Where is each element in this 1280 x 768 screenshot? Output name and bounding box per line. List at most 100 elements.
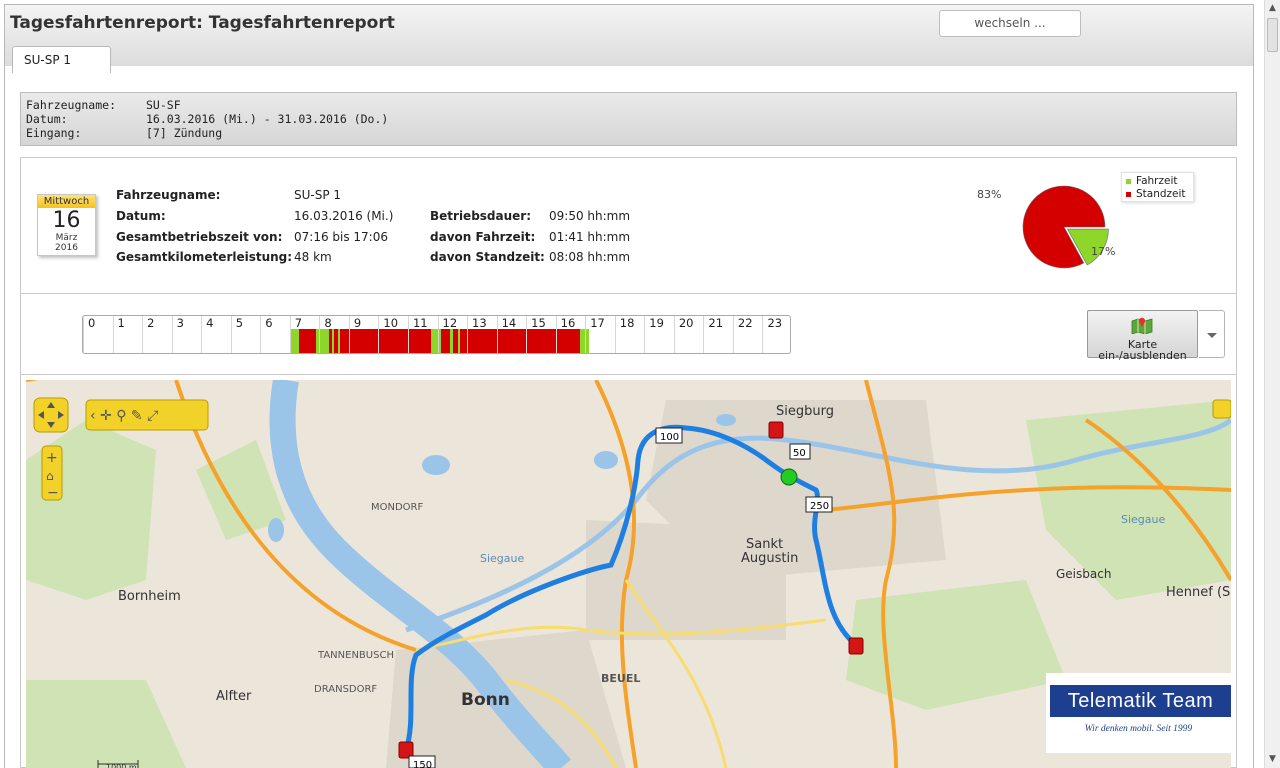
stat-value: 08:08 hh:mm — [549, 250, 631, 264]
stat-label: Gesamtkilometerleistung: — [116, 250, 293, 264]
section-divider — [21, 293, 1236, 294]
svg-text:100: 100 — [660, 432, 679, 443]
timeline-tick — [496, 316, 498, 353]
timeline-segment — [290, 329, 299, 353]
timeline-hour-label: 11 — [412, 316, 428, 330]
timeline-hour-label: 17 — [590, 316, 605, 330]
timeline-hour-label: 10 — [383, 316, 399, 330]
timeline-tick — [762, 316, 764, 353]
timeline-hour-label: 1 — [117, 316, 125, 330]
timeline-hour-label: 13 — [472, 316, 487, 330]
timeline-segment — [459, 329, 581, 353]
timeline-hour-label: 6 — [265, 316, 273, 330]
legend-label: Standzeit — [1136, 188, 1186, 200]
timeline-hour-label: 4 — [206, 316, 214, 330]
timeline-tick — [673, 316, 675, 353]
hour-timeline[interactable]: 0 1 2 3 4 5 6 7 8 9 10 11 12 13 14 15 16 17 18 19 20 21 22 23 — [82, 315, 791, 354]
stat-label: Datum: — [116, 209, 166, 223]
info-key: Datum: — [26, 112, 68, 126]
stat-label: davon Fahrzeit: — [430, 230, 536, 244]
timeline-hour-label: 22 — [737, 316, 753, 330]
chevron-down-icon — [1207, 333, 1217, 338]
timeline-segment — [431, 329, 442, 353]
svg-text:+: + — [46, 450, 58, 466]
stat-label: Gesamtbetriebszeit von: — [116, 230, 283, 244]
stat-label: davon Standzeit: — [430, 250, 545, 264]
place-label: MONDORF — [371, 502, 423, 513]
map-toggle-label: ein-/ausblenden — [1098, 349, 1187, 362]
stat-value: 09:50 hh:mm — [549, 209, 631, 223]
place-label: Bornheim — [118, 589, 181, 604]
telematik-logo: Telematik Team Wir denken mobil. Seit 19… — [1046, 673, 1231, 753]
report-frame: Tagesfahrtenreport: Tagesfahrtenreport w… — [0, 0, 1280, 768]
timeline-tick — [112, 316, 114, 353]
title-bar: Tagesfahrtenreport: Tagesfahrtenreport w… — [4, 4, 1254, 73]
map-toggle-button[interactable]: Karte ein-/ausblenden — [1087, 310, 1198, 362]
place-label: Siegburg — [776, 404, 834, 419]
timeline-hour-label: 23 — [767, 316, 783, 330]
calendar-icon: Mittwoch 16 März 2016 — [37, 194, 96, 256]
timeline-hour-label: 9 — [353, 316, 362, 330]
pie-legend: Fahrzeit Standzeit — [1121, 172, 1194, 202]
timeline-tick — [319, 316, 321, 353]
timeline-hour-label: 12 — [442, 316, 458, 330]
place-label: Augustin — [741, 551, 798, 566]
route-map[interactable]: Siegburg Sankt Augustin Bornheim Bonn Al… — [26, 380, 1231, 768]
timeline-tick — [407, 316, 409, 353]
stat-value: SU-SP 1 — [294, 188, 342, 202]
timeline-hour-label: 18 — [619, 316, 635, 330]
timeline-tick — [201, 316, 203, 353]
svg-text:50: 50 — [793, 448, 806, 459]
timeline-hour-label: 14 — [501, 316, 517, 330]
timeline-hour-label: 19 — [649, 316, 664, 330]
scroll-up-arrow[interactable]: ▲ — [1265, 0, 1280, 17]
timeline-segment — [298, 329, 316, 353]
calendar-year: 2016 — [55, 243, 78, 253]
filter-info-box: Fahrzeugname: SU-SF Datum: 16.03.2016 (Mi.… — [20, 92, 1237, 146]
logo-text: Telematik Team — [1050, 685, 1231, 717]
place-label: TANNENBUSCH — [317, 650, 394, 661]
calendar-weekday: Mittwoch — [38, 195, 95, 208]
pie-label-fahrzeit: 17% — [1091, 245, 1116, 258]
place-label: Siegaue — [1121, 513, 1166, 526]
place-label: Bonn — [461, 690, 510, 710]
info-value: [7] Zündung — [146, 126, 223, 140]
svg-text:1000 m: 1000 m — [106, 763, 137, 768]
switch-button[interactable]: wechseln ... — [939, 10, 1081, 37]
info-key: Fahrzeugname: — [26, 98, 117, 112]
legend-swatch — [1126, 191, 1131, 197]
timeline-tick — [171, 316, 173, 353]
scroll-thumb[interactable] — [1267, 18, 1278, 52]
map-dropdown[interactable] — [1199, 310, 1225, 358]
timeline-segment — [315, 329, 330, 353]
svg-text:150: 150 — [413, 760, 432, 768]
timeline-hour-label: 21 — [708, 316, 724, 330]
timeline-tick — [230, 316, 232, 353]
stat-value: 48 km — [294, 250, 332, 264]
timeline-tick — [614, 316, 616, 353]
legend-item: Fahrzeit — [1126, 175, 1189, 188]
timeline-tick — [526, 316, 528, 353]
scroll-down-arrow[interactable]: ▼ — [1265, 751, 1280, 768]
legend-swatch — [1126, 178, 1131, 184]
timeline-hour-label: 2 — [147, 316, 155, 330]
timeline-tick — [348, 316, 350, 353]
info-key: Eingang: — [26, 126, 82, 140]
place-label: Alfter — [216, 689, 252, 704]
vertical-scrollbar[interactable]: ▲ ▼ — [1264, 0, 1280, 768]
timeline-hour-label: 20 — [678, 316, 694, 330]
timeline-hour-label: 16 — [560, 316, 576, 330]
svg-text:−: − — [47, 485, 59, 501]
stat-label: Fahrzeugname: — [116, 188, 221, 202]
timeline-hour-label: 5 — [235, 316, 244, 330]
calendar-month: März — [55, 233, 78, 243]
timeline-tick — [83, 316, 84, 353]
svg-text:⌂: ⌂ — [46, 469, 54, 483]
section-divider — [21, 374, 1236, 375]
timeline-tick — [467, 316, 469, 353]
timeline-tick — [260, 316, 262, 353]
map-icon — [1131, 317, 1153, 334]
page-title: Tagesfahrtenreport: Tagesfahrtenreport — [10, 13, 395, 33]
timeline-hour-label: 7 — [294, 316, 303, 330]
place-label: Sankt — [746, 537, 783, 552]
